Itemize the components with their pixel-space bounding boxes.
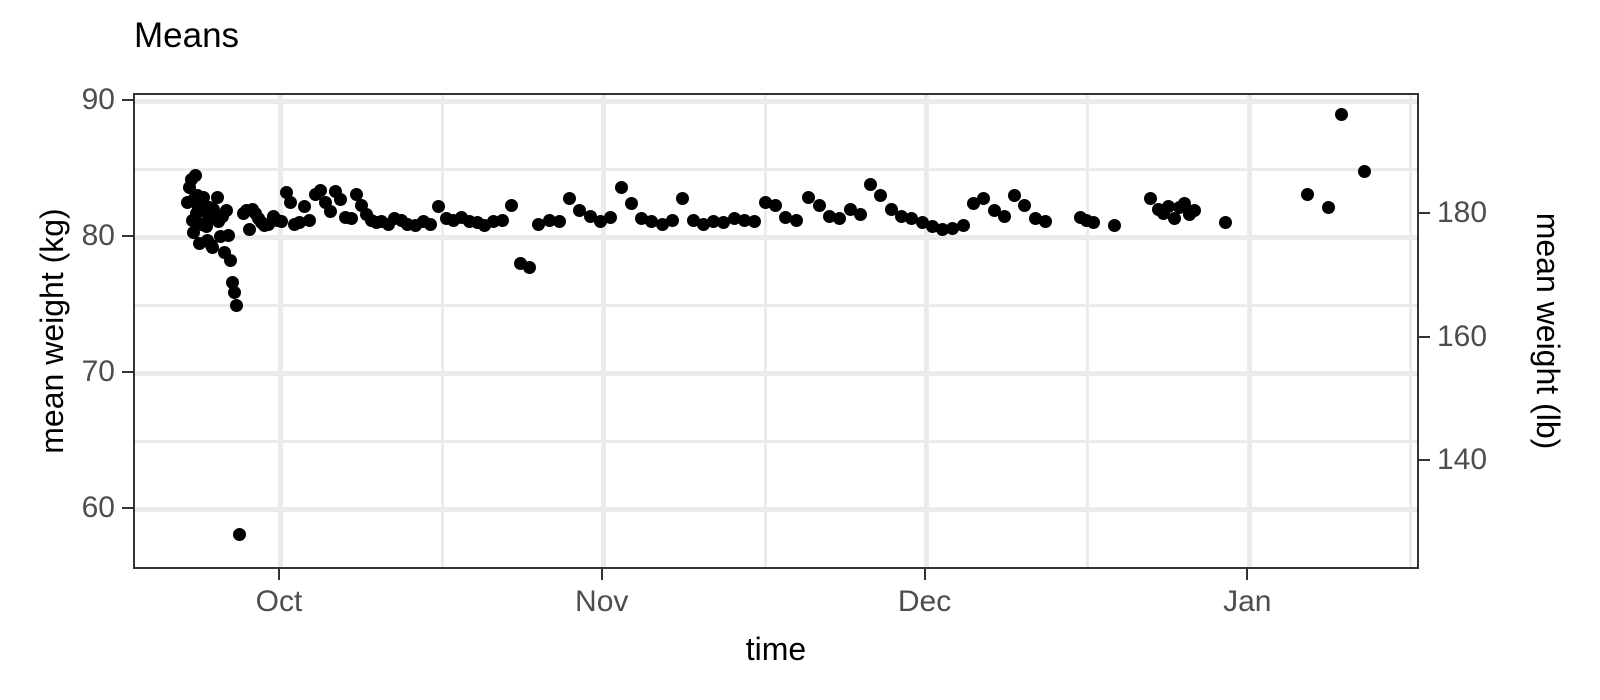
data-point [1301, 187, 1315, 201]
data-point [748, 214, 762, 228]
x-axis-tick-label: Dec [897, 585, 952, 618]
data-point [188, 168, 202, 182]
chart-root: Means 60 70 80 90 140 160 180 Oct Nov Dec Jan me… [0, 0, 1600, 700]
y-axis-left-tick-label: 70 [81, 354, 115, 388]
x-axis-title: time [745, 631, 807, 667]
data-point [220, 204, 234, 218]
gridline-minor-vertical [1409, 95, 1413, 567]
gridline-minor-horizontal [135, 440, 1417, 444]
gridline-minor-horizontal [135, 304, 1417, 308]
data-point [552, 214, 566, 228]
x-axis-tick-mark [923, 569, 926, 580]
x-axis-tick-mark [600, 569, 603, 580]
y-axis-left-tick-mark [122, 370, 133, 373]
y-axis-left-title: mean weight (kg) [34, 208, 70, 454]
y-axis-left-tick-label: 60 [81, 490, 115, 524]
y-axis-right-tick-label: 160 [1437, 319, 1488, 353]
data-point [812, 198, 826, 212]
gridline-major-vertical [1246, 95, 1252, 567]
data-point [864, 178, 878, 192]
y-axis-right-tick-mark [1419, 459, 1430, 462]
data-point [1086, 216, 1100, 230]
data-point [232, 527, 246, 541]
y-axis-left-tick-label: 90 [81, 82, 115, 116]
gridline-minor-vertical [440, 95, 444, 567]
data-point [604, 210, 618, 224]
data-point [496, 213, 510, 227]
data-point [334, 193, 348, 207]
data-point [230, 299, 244, 313]
data-point [833, 212, 847, 226]
y-axis-right-tick-label: 180 [1437, 196, 1488, 230]
data-point [1038, 214, 1052, 228]
data-point [243, 223, 257, 237]
data-point [956, 219, 970, 233]
gridline-major-vertical [278, 95, 284, 567]
data-point [298, 200, 312, 214]
gridline-major-vertical [601, 95, 607, 567]
x-axis-tick-mark [277, 569, 280, 580]
gridline-major-horizontal [135, 507, 1417, 513]
x-axis-tick-label: Jan [1223, 585, 1272, 618]
data-point [666, 213, 680, 227]
gridline-major-vertical [924, 95, 930, 567]
gridline-minor-vertical [1086, 95, 1090, 567]
data-point [614, 180, 628, 194]
data-point [1167, 212, 1181, 226]
data-point [303, 213, 317, 227]
x-axis-tick-label: Oct [255, 585, 303, 618]
y-axis-left-tick-label: 80 [81, 218, 115, 252]
data-point [284, 195, 298, 209]
data-point [523, 261, 537, 275]
data-point [1018, 198, 1032, 212]
data-point [1321, 201, 1335, 215]
data-point [676, 191, 690, 205]
y-axis-left-tick-mark [122, 506, 133, 509]
x-axis-tick-mark [1246, 569, 1249, 580]
plot-panel [133, 93, 1419, 569]
data-point [323, 205, 337, 219]
y-axis-left-tick-mark [122, 234, 133, 237]
data-point [789, 213, 803, 227]
data-point [853, 208, 867, 222]
data-point [1219, 216, 1233, 230]
y-axis-left-tick-mark [122, 98, 133, 101]
gridline-minor-horizontal [135, 168, 1417, 172]
data-point [275, 214, 289, 228]
gridline-major-horizontal [135, 235, 1417, 241]
data-point [505, 198, 519, 212]
y-axis-right-title: mean weight (lb) [1530, 212, 1566, 450]
chart-title: Means [134, 16, 240, 55]
gridline-minor-vertical [763, 95, 767, 567]
data-point [1357, 164, 1371, 178]
data-point [224, 254, 238, 268]
data-point [205, 240, 219, 254]
data-point [997, 209, 1011, 223]
y-axis-right-tick-mark [1419, 212, 1430, 215]
data-point [768, 198, 782, 212]
data-point [874, 189, 888, 203]
data-point [1108, 219, 1122, 233]
data-point [344, 212, 358, 226]
data-point [563, 191, 577, 205]
gridline-major-horizontal [135, 371, 1417, 377]
data-point [431, 200, 445, 214]
y-axis-right-tick-mark [1419, 335, 1430, 338]
data-point [1188, 204, 1202, 218]
gridline-major-horizontal [135, 99, 1417, 105]
data-point [313, 183, 327, 197]
x-axis-tick-label: Nov [575, 585, 629, 618]
data-point [424, 217, 438, 231]
y-axis-right-tick-label: 140 [1437, 443, 1488, 477]
data-point [210, 190, 224, 204]
data-point [222, 228, 236, 242]
data-point [227, 285, 241, 299]
data-point [624, 197, 638, 211]
data-point [977, 191, 991, 205]
data-point [1334, 107, 1348, 121]
